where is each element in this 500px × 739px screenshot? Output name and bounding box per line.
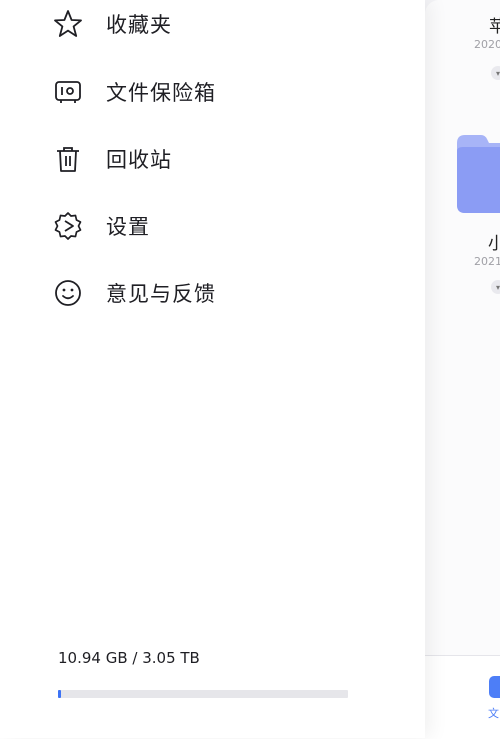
folder-icon[interactable]: [457, 133, 500, 213]
storage-progress-bar: [58, 690, 348, 698]
background-file-list: 苹 2020 ▾ 小 2021 ▾ 文: [425, 0, 500, 739]
settings-gear-icon: [53, 211, 83, 241]
storage-usage-text: 10.94 GB / 3.05 TB: [58, 649, 200, 667]
menu-item-recycle-bin[interactable]: 回收站: [0, 129, 425, 189]
star-icon: [53, 9, 83, 39]
bottom-tab-bar: 文: [425, 655, 500, 739]
expand-chevron-icon[interactable]: ▾: [491, 66, 500, 80]
expand-chevron-icon[interactable]: ▾: [491, 280, 500, 294]
file-name-1[interactable]: 苹: [489, 12, 500, 37]
safe-box-icon: [53, 77, 83, 107]
file-list-card: 苹 2020 ▾ 小 2021 ▾: [425, 0, 500, 655]
menu-item-feedback[interactable]: 意见与反馈: [0, 263, 425, 323]
menu-label: 文件保险箱: [106, 81, 216, 105]
storage-progress-fill: [58, 690, 61, 698]
menu-item-file-safe[interactable]: 文件保险箱: [0, 62, 425, 122]
file-date-2: 2021: [474, 255, 500, 268]
menu-label: 回收站: [106, 148, 172, 172]
menu-item-settings[interactable]: 设置: [0, 196, 425, 256]
files-tab-label[interactable]: 文: [488, 705, 499, 721]
file-date-1: 2020: [474, 38, 500, 51]
smiley-feedback-icon: [53, 278, 83, 308]
menu-label: 设置: [106, 215, 150, 239]
trash-icon: [53, 144, 83, 174]
menu-label: 意见与反馈: [106, 282, 216, 306]
menu-item-favorites[interactable]: 收藏夹: [0, 0, 425, 54]
menu-label: 收藏夹: [106, 13, 172, 37]
file-name-2[interactable]: 小: [488, 229, 500, 254]
side-drawer: 收藏夹 文件保险箱 回收站 设置 意见与反馈 10.94 GB / 3.05 T…: [0, 0, 425, 738]
files-tab-icon[interactable]: [489, 676, 500, 698]
